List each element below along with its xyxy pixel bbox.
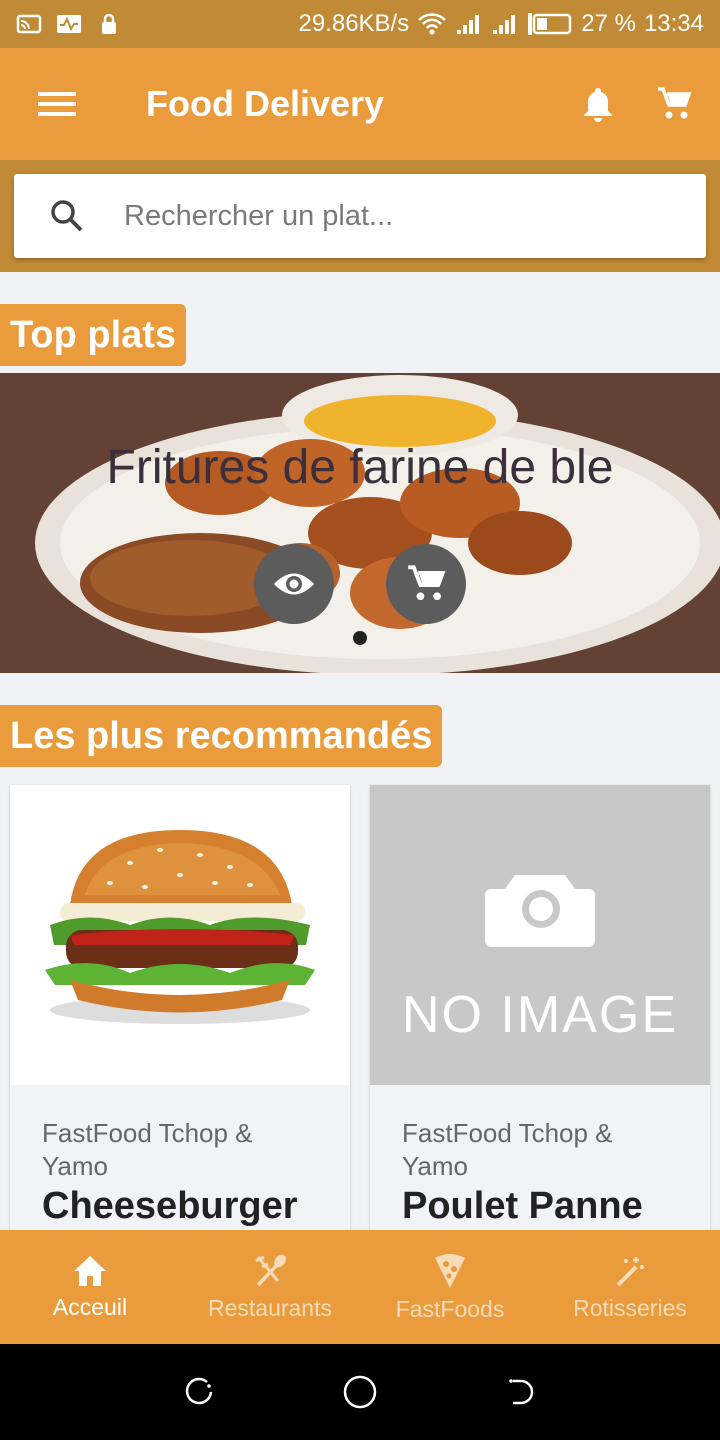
nav-label: Rotisseries <box>573 1294 687 1321</box>
no-image-placeholder: NO IMAGE <box>370 785 710 1085</box>
nav-label: Restaurants <box>207 1294 332 1321</box>
home-button-icon[interactable] <box>342 1374 378 1410</box>
search-placeholder: Rechercher un plat... <box>124 199 394 232</box>
network-speed: 29.86KB/s <box>298 10 410 37</box>
dish-image <box>0 373 720 673</box>
no-image-text: NO IMAGE <box>401 986 679 1044</box>
lock-icon <box>102 13 116 34</box>
battery-percent: 27 % <box>581 10 636 37</box>
nav-label: Acceuil <box>52 1293 128 1320</box>
nav-item-rotisseries[interactable]: Rotisseries <box>540 1230 720 1344</box>
nav-item-restaurants[interactable]: Restaurants <box>180 1230 360 1344</box>
status-right: 29.86KB/s 27 % 13:34 <box>298 10 704 38</box>
signal-icon-1 <box>457 15 480 34</box>
dish-name: Poulet Panne <box>402 1185 643 1227</box>
recent-apps-icon[interactable] <box>183 1376 215 1408</box>
pizza-icon <box>435 1253 465 1288</box>
status-left-icons <box>16 13 122 35</box>
back-icon[interactable] <box>505 1376 537 1408</box>
section-title-recommended: Les plus recommandés <box>0 705 443 767</box>
carousel-dish-title: Fritures de farine de ble <box>106 441 614 494</box>
clock: 13:34 <box>643 10 704 37</box>
nav-item-fastfoods[interactable]: FastFoods <box>360 1230 540 1344</box>
eye-icon <box>274 573 314 595</box>
dish-card-body: FastFood Tchop & Yamo Cheeseburger <box>10 1085 350 1245</box>
burger-image <box>45 830 315 1024</box>
menu-icon[interactable] <box>38 90 76 118</box>
section-title-top-plats: Top plats <box>0 304 187 366</box>
system-navigation-bar <box>0 1344 720 1440</box>
restaurant-name: FastFood Tchop & Yamo <box>402 1118 613 1181</box>
add-to-cart-button[interactable] <box>386 544 466 624</box>
dish-name: Cheeseburger <box>42 1185 298 1227</box>
restaurant-name: FastFood Tchop & Yamo <box>42 1118 253 1181</box>
app-actions <box>582 86 692 122</box>
wifi-icon <box>418 13 447 35</box>
dish-card[interactable]: NO IMAGE FastFood Tchop & Yamo Poulet Pa… <box>370 785 710 1245</box>
bottom-navigation: Acceuil Restaurants FastFoods Rotisserie… <box>0 1230 720 1344</box>
nav-item-acceuil[interactable]: Acceuil <box>0 1230 180 1344</box>
activity-icon <box>57 15 81 33</box>
notification-bell-icon[interactable] <box>582 86 614 122</box>
signal-icon-2 <box>493 15 516 34</box>
cast-icon <box>16 14 42 34</box>
status-bar: 29.86KB/s 27 % 13:34 <box>0 0 720 48</box>
search-icon <box>51 200 83 232</box>
carousel-page-indicator[interactable] <box>353 631 367 645</box>
battery-icon <box>528 13 572 35</box>
search-container: Rechercher un plat... <box>0 160 720 272</box>
dish-card-body: FastFood Tchop & Yamo Poulet Panne <box>370 1085 710 1245</box>
cart-icon[interactable] <box>656 86 692 122</box>
cart-icon <box>408 565 446 601</box>
view-dish-button[interactable] <box>254 544 334 624</box>
dish-card-image <box>10 785 350 1085</box>
top-dish-carousel[interactable] <box>0 373 720 673</box>
dish-card[interactable]: FastFood Tchop & Yamo Cheeseburger <box>10 785 350 1245</box>
app-bar: Food Delivery <box>0 48 720 160</box>
search-input[interactable]: Rechercher un plat... <box>14 174 706 258</box>
fork-spoon-icon <box>255 1254 286 1286</box>
nav-label: FastFoods <box>395 1295 505 1322</box>
home-icon <box>74 1255 106 1286</box>
app-title: Food Delivery <box>146 83 385 124</box>
magic-wand-icon <box>616 1256 644 1286</box>
